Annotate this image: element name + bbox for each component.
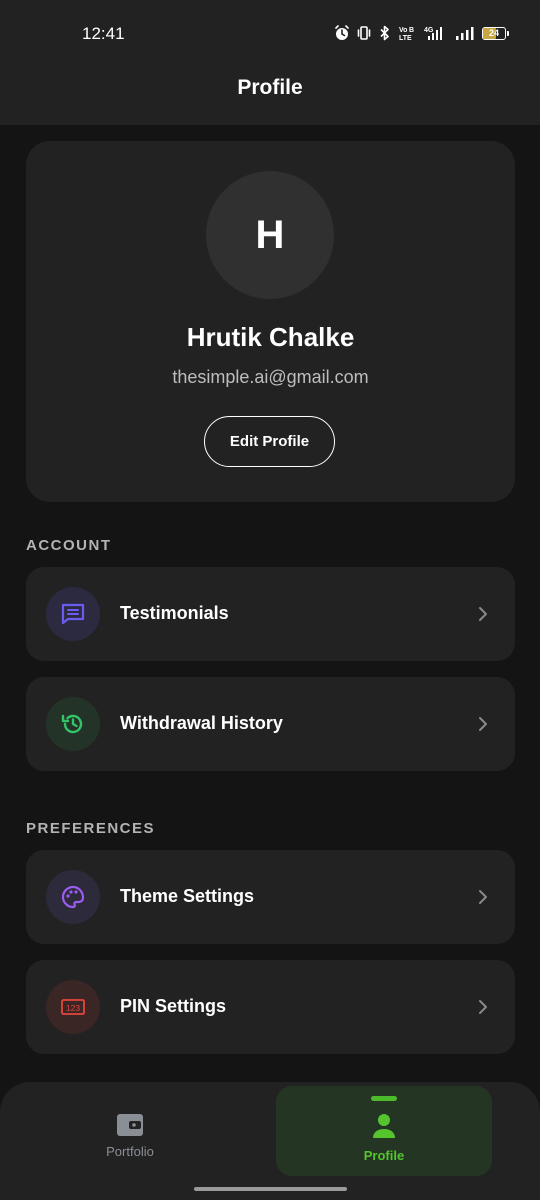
profile-card: H Hrutik Chalke thesimple.ai@gmail.com E… bbox=[26, 141, 515, 502]
section-title-preferences: PREFERENCES bbox=[26, 820, 156, 837]
row-label: PIN Settings bbox=[120, 996, 227, 1016]
edit-profile-button[interactable]: Edit Profile bbox=[204, 416, 335, 467]
svg-text:Vo: Vo bbox=[399, 27, 407, 34]
wallet-icon bbox=[117, 1114, 143, 1136]
profile-email: thesimple.ai@gmail.com bbox=[172, 367, 369, 387]
settings-row-theme-settings[interactable]: Theme Settings bbox=[26, 850, 515, 944]
nav-item-portfolio[interactable]: Portfolio bbox=[22, 1086, 238, 1176]
home-indicator[interactable] bbox=[194, 1187, 347, 1191]
svg-text:123: 123 bbox=[66, 1003, 80, 1013]
vibrate-icon bbox=[357, 24, 371, 42]
row-label: Testimonials bbox=[120, 603, 229, 623]
status-icons: Vo LTE B 4G 24 bbox=[334, 24, 509, 42]
chat-message-icon bbox=[46, 587, 100, 641]
svg-text:LTE: LTE bbox=[399, 35, 412, 41]
signal-4g-icon: 4G bbox=[424, 24, 448, 42]
nav-label-profile: Profile bbox=[363, 1148, 405, 1163]
chevron-right-icon bbox=[479, 1000, 487, 1014]
row-label: Withdrawal History bbox=[120, 713, 283, 733]
page-title: Profile bbox=[237, 76, 303, 99]
status-bar: 12:41 Vo LTE B 4G 24 bbox=[0, 0, 540, 62]
chevron-right-icon bbox=[479, 607, 487, 621]
app-bar: Profile bbox=[0, 62, 540, 125]
network-label: 4G bbox=[424, 27, 434, 34]
settings-row-withdrawal-history[interactable]: Withdrawal History bbox=[26, 677, 515, 771]
volte-icon: Vo LTE B bbox=[399, 24, 417, 42]
settings-row-pin-settings[interactable]: 123 PIN Settings bbox=[26, 960, 515, 1054]
history-icon bbox=[46, 697, 100, 751]
nav-item-profile[interactable]: Profile bbox=[276, 1086, 492, 1176]
palette-icon bbox=[46, 870, 100, 924]
svg-text:B: B bbox=[409, 27, 414, 34]
bluetooth-icon bbox=[378, 24, 392, 42]
pin-123-icon: 123 bbox=[46, 980, 100, 1034]
avatar: H bbox=[206, 171, 334, 299]
section-title-account: ACCOUNT bbox=[26, 537, 112, 554]
signal-icon bbox=[455, 24, 475, 42]
nav-label-portfolio: Portfolio bbox=[106, 1144, 154, 1159]
settings-row-testimonials[interactable]: Testimonials bbox=[26, 567, 515, 661]
chevron-right-icon bbox=[479, 890, 487, 904]
battery-icon: 24 bbox=[482, 24, 509, 42]
alarm-icon bbox=[334, 24, 350, 42]
profile-name: Hrutik Chalke bbox=[186, 322, 355, 352]
row-label: Theme Settings bbox=[120, 886, 255, 906]
status-time: 12:41 bbox=[82, 24, 125, 43]
bottom-nav: Portfolio Profile bbox=[0, 1082, 540, 1200]
active-indicator bbox=[371, 1096, 397, 1101]
person-icon bbox=[373, 1114, 395, 1138]
chevron-right-icon bbox=[479, 717, 487, 731]
battery-level: 24 bbox=[488, 27, 499, 38]
